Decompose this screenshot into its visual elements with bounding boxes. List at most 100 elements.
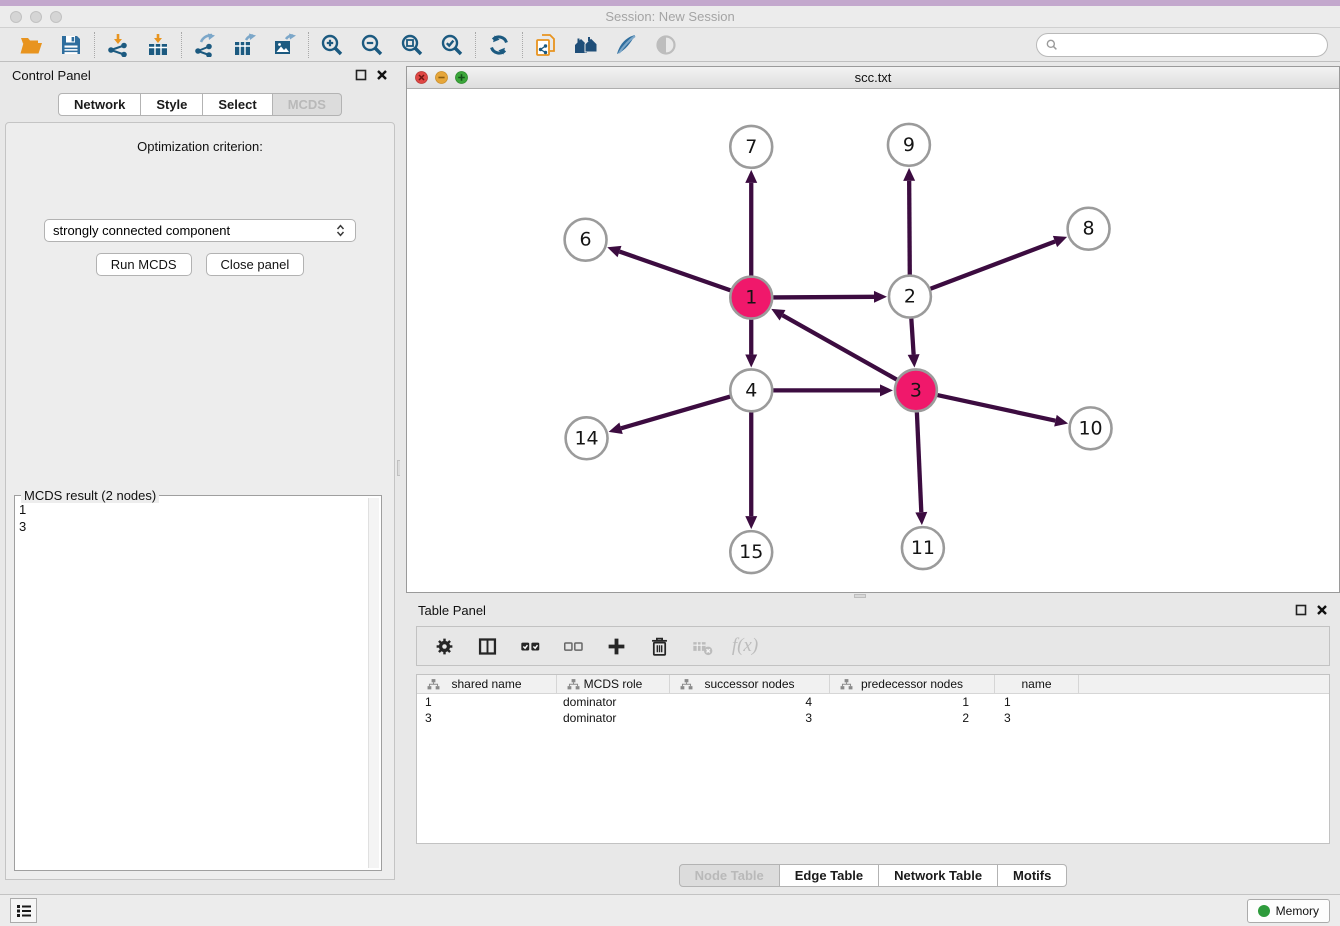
graph-edge-2-8[interactable] (930, 236, 1067, 289)
app-close-button[interactable] (10, 11, 22, 23)
table-tab-edge-table[interactable]: Edge Table (780, 864, 879, 887)
graph-edge-3-10[interactable] (937, 395, 1068, 426)
column-header-successor-nodes[interactable]: successor nodes (670, 675, 830, 693)
run-mcds-button[interactable]: Run MCDS (96, 253, 192, 276)
graph-node-8[interactable]: 8 (1068, 208, 1110, 250)
zoom-out-icon[interactable] (359, 32, 385, 58)
graph-node-4[interactable]: 4 (730, 369, 772, 411)
criterion-dropdown[interactable]: strongly connected component (44, 219, 356, 242)
tab-network[interactable]: Network (58, 93, 141, 116)
graph-node-7[interactable]: 7 (730, 126, 772, 168)
table-cell[interactable]: 1 (417, 694, 557, 710)
close-panel-icon[interactable] (376, 69, 388, 81)
task-history-button[interactable] (10, 898, 37, 923)
app-title: Session: New Session (0, 6, 1340, 27)
network-window-titlebar[interactable]: scc.txt (407, 67, 1339, 89)
table-tab-network-table[interactable]: Network Table (879, 864, 998, 887)
svg-text:7: 7 (745, 136, 757, 158)
app-zoom-button[interactable] (50, 11, 62, 23)
table-cell[interactable]: 1 (830, 694, 995, 710)
graph-edge-1-7[interactable] (745, 170, 757, 276)
network-zoom-button[interactable] (455, 71, 468, 84)
optimization-criterion-label: Optimization criterion: (6, 139, 394, 154)
graph-edge-4-15[interactable] (745, 412, 757, 529)
table-row[interactable]: 3dominator323 (417, 710, 1329, 726)
table-tab-motifs[interactable]: Motifs (998, 864, 1067, 887)
network-canvas[interactable]: 7 9 6 8 1 2 4 3 14 10 15 11 (407, 89, 1339, 592)
column-header-predecessor-nodes[interactable]: predecessor nodes (830, 675, 995, 693)
style-brush-icon[interactable] (613, 32, 639, 58)
table-cell[interactable]: dominator (557, 694, 670, 710)
graph-edge-1-2[interactable] (773, 291, 887, 303)
table-cell[interactable]: dominator (557, 710, 670, 726)
graph-node-11[interactable]: 11 (902, 527, 944, 569)
graph-node-2[interactable]: 2 (889, 276, 931, 318)
graph-node-10[interactable]: 10 (1070, 407, 1112, 449)
mcds-result-text[interactable]: 1 3 (19, 498, 367, 868)
memory-button[interactable]: Memory (1247, 899, 1330, 923)
table-cell[interactable]: 1 (995, 694, 1079, 710)
app-minimize-button[interactable] (30, 11, 42, 23)
show-columns-icon[interactable] (474, 633, 500, 659)
close-panel-button[interactable]: Close panel (206, 253, 305, 276)
open-session-icon[interactable] (18, 32, 44, 58)
unselect-all-columns-icon[interactable] (560, 633, 586, 659)
graph-edge-2-3[interactable] (908, 318, 920, 367)
app-window-controls[interactable] (10, 11, 62, 23)
svg-text:15: 15 (739, 541, 763, 563)
node-table[interactable]: shared nameMCDS rolesuccessor nodesprede… (416, 674, 1330, 844)
column-header-MCDS-role[interactable]: MCDS role (557, 675, 670, 693)
delete-column-icon[interactable] (646, 633, 672, 659)
tab-style[interactable]: Style (141, 93, 203, 116)
export-image-icon[interactable] (272, 32, 298, 58)
import-table-icon[interactable] (145, 32, 171, 58)
search-input[interactable] (1063, 38, 1319, 52)
select-all-columns-icon[interactable] (517, 633, 543, 659)
graph-node-9[interactable]: 9 (888, 124, 930, 166)
graph-edge-4-3[interactable] (773, 384, 893, 396)
add-column-icon[interactable] (603, 633, 629, 659)
export-table-icon[interactable] (232, 32, 258, 58)
table-tab-node-table[interactable]: Node Table (679, 864, 780, 887)
column-header-shared-name[interactable]: shared name (417, 675, 557, 693)
control-panel-title: Control Panel (12, 68, 355, 83)
home-styles-icon[interactable] (573, 32, 599, 58)
network-minimize-button[interactable] (435, 71, 448, 84)
graph-edge-3-1[interactable] (771, 309, 897, 380)
refresh-layout-icon[interactable] (486, 32, 512, 58)
tab-mcds[interactable]: MCDS (273, 93, 342, 116)
save-session-icon[interactable] (58, 32, 84, 58)
zoom-in-icon[interactable] (319, 32, 345, 58)
tab-select[interactable]: Select (203, 93, 272, 116)
zoom-fit-icon[interactable] (399, 32, 425, 58)
graph-node-3[interactable]: 3 (895, 369, 937, 411)
table-cell[interactable]: 2 (830, 710, 995, 726)
copy-network-icon[interactable] (533, 32, 559, 58)
result-scrollbar[interactable] (368, 498, 379, 868)
import-network-icon[interactable] (105, 32, 131, 58)
table-cell[interactable]: 3 (995, 710, 1079, 726)
table-row[interactable]: 1dominator411 (417, 694, 1329, 710)
close-table-panel-icon[interactable] (1316, 604, 1328, 616)
graph-edge-1-6[interactable] (607, 246, 730, 290)
graph-edge-1-4[interactable] (745, 320, 757, 368)
table-cell[interactable]: 3 (417, 710, 557, 726)
search-box[interactable] (1036, 33, 1328, 57)
table-cell[interactable]: 4 (670, 694, 830, 710)
network-close-button[interactable] (415, 71, 428, 84)
zoom-selected-icon[interactable] (439, 32, 465, 58)
export-network-icon[interactable] (192, 32, 218, 58)
control-panel: Control Panel NetworkStyleSelectMCDS Opt… (0, 62, 400, 894)
float-table-panel-icon[interactable] (1295, 604, 1307, 616)
table-settings-gear-icon[interactable] (431, 633, 457, 659)
graph-edge-3-11[interactable] (915, 412, 927, 525)
graph-node-14[interactable]: 14 (566, 417, 608, 459)
graph-edge-2-9[interactable] (903, 168, 915, 275)
graph-edge-4-14[interactable] (609, 397, 731, 434)
graph-node-6[interactable]: 6 (565, 219, 607, 261)
column-header-name[interactable]: name (995, 675, 1079, 693)
graph-node-15[interactable]: 15 (730, 531, 772, 573)
table-cell[interactable]: 3 (670, 710, 830, 726)
graph-node-1[interactable]: 1 (730, 277, 772, 319)
float-panel-icon[interactable] (355, 69, 367, 81)
